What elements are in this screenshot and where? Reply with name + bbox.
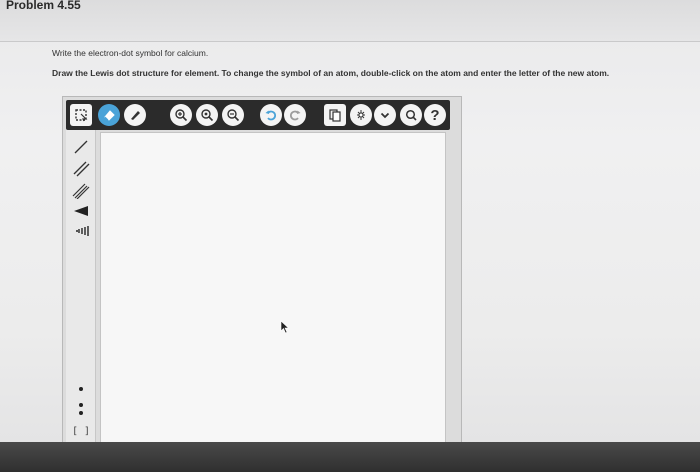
bracket-label: [ ]	[71, 425, 91, 437]
zoom-fit-icon[interactable]	[196, 104, 218, 126]
hash-bond-icon[interactable]	[71, 222, 91, 240]
zoom-in-icon[interactable]	[170, 104, 192, 126]
bond-toolbar: [ ]	[66, 130, 96, 446]
electron-pair-icon[interactable]	[71, 400, 91, 418]
settings-icon[interactable]	[350, 104, 372, 126]
redo-icon[interactable]	[284, 104, 306, 126]
help-icon[interactable]: ?	[424, 104, 446, 126]
bracket-icon[interactable]: [ ]	[71, 422, 91, 440]
header-band: Problem 4.55	[0, 0, 700, 42]
undo-icon[interactable]	[260, 104, 282, 126]
mouse-cursor-icon	[280, 320, 290, 334]
search-icon[interactable]	[400, 104, 422, 126]
drawing-canvas[interactable]	[100, 132, 446, 444]
double-bond-icon[interactable]	[71, 160, 91, 178]
problem-title: Problem 4.55	[6, 0, 81, 12]
bottom-bar	[0, 442, 700, 472]
eraser-icon[interactable]	[98, 104, 120, 126]
triple-bond-icon[interactable]	[71, 182, 91, 200]
lone-electron-icon[interactable]	[71, 380, 91, 398]
question-text: Write the electron-dot symbol for calciu…	[52, 48, 209, 58]
help-label: ?	[430, 106, 440, 124]
lasso-select-icon[interactable]	[70, 104, 92, 126]
wedge-bond-icon[interactable]	[71, 202, 91, 220]
pen-icon[interactable]	[124, 104, 146, 126]
editor-toolbar: ?	[66, 100, 450, 130]
templates-icon[interactable]	[324, 104, 346, 126]
zoom-out-icon[interactable]	[222, 104, 244, 126]
instruction-text: Draw the Lewis dot structure for element…	[52, 68, 610, 78]
chevron-down-icon[interactable]	[374, 104, 396, 126]
single-bond-icon[interactable]	[71, 138, 91, 156]
